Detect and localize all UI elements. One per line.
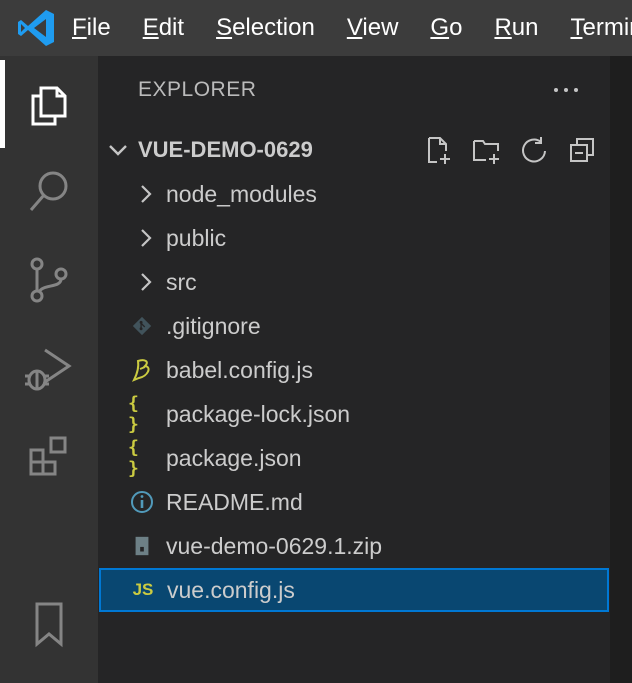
json-icon: { }	[128, 437, 139, 479]
tree-item-label: .gitignore	[166, 313, 261, 339]
activity-source-control[interactable]	[0, 236, 98, 324]
extensions-icon	[29, 436, 67, 476]
chevron-right-icon	[141, 185, 152, 203]
menu-terminal[interactable]: Terminal	[570, 14, 632, 42]
chevron-down-icon	[109, 145, 127, 156]
tree-item-package-lock[interactable]: { } package-lock.json	[98, 392, 610, 436]
collapse-all-icon	[570, 138, 594, 162]
new-folder-button[interactable]	[470, 134, 502, 166]
activity-bar	[0, 56, 98, 683]
git-icon	[128, 312, 156, 340]
info-icon	[128, 488, 156, 516]
activity-explorer[interactable]	[0, 60, 98, 148]
folder-header[interactable]: VUE-DEMO-0629	[98, 128, 610, 172]
tree-item-readme[interactable]: README.md	[98, 480, 610, 524]
new-file-icon	[428, 137, 450, 164]
babel-icon	[128, 356, 156, 384]
collapse-all-button[interactable]	[566, 134, 598, 166]
tree-item-babel-config[interactable]: babel.config.js	[98, 348, 610, 392]
tree-item-label: public	[166, 225, 227, 251]
tree-item-package-json[interactable]: { } package.json	[98, 436, 610, 480]
tree-item-gitignore[interactable]: .gitignore	[98, 304, 610, 348]
activity-bookmarks[interactable]	[0, 580, 98, 668]
tree-item-label: package.json	[166, 445, 302, 471]
tree-item-public[interactable]: public	[98, 216, 610, 260]
activity-search[interactable]	[0, 148, 98, 236]
chevron-right-icon	[141, 273, 152, 291]
new-folder-icon	[473, 140, 499, 164]
tree-item-vue-config[interactable]: JS vue.config.js	[99, 568, 609, 612]
tree-item-label: src	[166, 269, 197, 295]
tree-item-label: README.md	[166, 489, 303, 515]
tree-item-label: babel.config.js	[166, 357, 314, 383]
menu-run[interactable]: Run	[494, 14, 538, 42]
menu-view[interactable]: View	[347, 14, 399, 42]
menu-edit[interactable]: Edit	[143, 14, 184, 42]
sidebar-title: EXPLORER	[138, 78, 257, 101]
editor-area	[610, 56, 632, 683]
explorer-sidebar: EXPLORER VUE-DEMO-0629 node_modules publ…	[98, 56, 610, 683]
search-icon	[29, 171, 68, 211]
vscode-logo-icon	[18, 10, 54, 46]
activity-extensions[interactable]	[0, 412, 98, 500]
run-debug-icon	[25, 348, 72, 391]
tree-item-label: vue.config.js	[167, 577, 295, 603]
tree-item-label: vue-demo-0629.1.zip	[166, 533, 383, 559]
more-actions-button[interactable]	[550, 74, 582, 106]
tree-item-label: package-lock.json	[166, 401, 351, 427]
tree-item-zip[interactable]: vue-demo-0629.1.zip	[98, 524, 610, 568]
menu-bar: File Edit Selection View Go Run Terminal	[0, 0, 632, 56]
tree-item-src[interactable]: src	[98, 260, 610, 304]
tree-item-node-modules[interactable]: node_modules	[98, 172, 610, 216]
source-control-icon	[30, 257, 68, 303]
menu-selection[interactable]: Selection	[216, 14, 315, 42]
refresh-icon	[522, 137, 546, 163]
tree-item-label: node_modules	[166, 181, 317, 207]
menu-go[interactable]: Go	[430, 14, 462, 42]
new-file-button[interactable]	[422, 134, 454, 166]
menu-file[interactable]: File	[72, 14, 111, 42]
zip-icon	[128, 532, 156, 560]
js-icon: JS	[132, 580, 154, 599]
bookmarks-icon	[35, 602, 63, 648]
refresh-button[interactable]	[518, 134, 550, 166]
json-icon: { }	[128, 393, 139, 435]
folder-actions	[422, 134, 614, 166]
folder-name: VUE-DEMO-0629	[138, 137, 313, 162]
chevron-right-icon	[141, 229, 152, 247]
activity-run-debug[interactable]	[0, 324, 98, 412]
explorer-icon	[31, 86, 67, 126]
